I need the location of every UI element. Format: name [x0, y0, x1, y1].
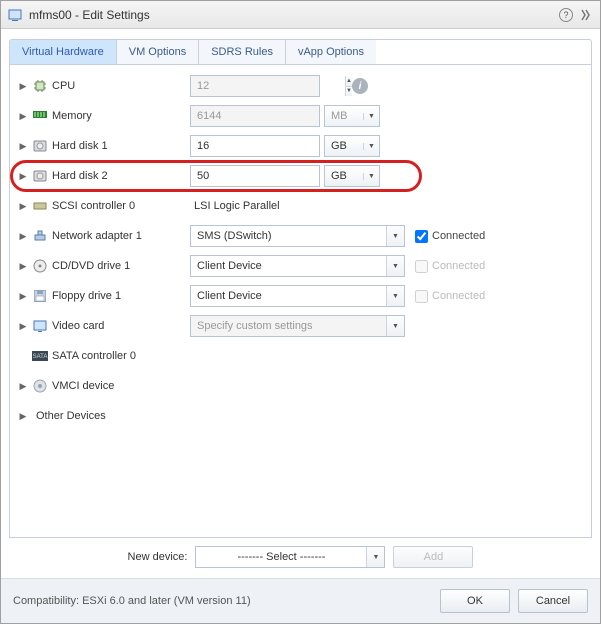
- expand-icon[interactable]: [578, 7, 594, 23]
- cpu-value: ▲▼: [190, 75, 320, 97]
- floppy-select[interactable]: Client Device▼: [190, 285, 405, 307]
- compatibility-text: Compatibility: ESXi 6.0 and later (VM ve…: [13, 595, 432, 607]
- row-other-devices: ▶ Other Devices: [16, 401, 585, 431]
- new-device-label: New device:: [128, 551, 188, 563]
- new-device-select[interactable]: ------- Select -------▼: [195, 546, 385, 568]
- chevron-down-icon[interactable]: ▼: [386, 286, 404, 306]
- network-select[interactable]: SMS (DSwitch)▼: [190, 225, 405, 247]
- cpu-label: CPU: [52, 80, 75, 92]
- edit-settings-dialog: mfms00 - Edit Settings ? Virtual Hardwar…: [0, 0, 601, 624]
- floppy-connected-checkbox: Connected: [415, 290, 485, 303]
- vm-icon: [7, 8, 23, 22]
- tab-virtual-hardware[interactable]: Virtual Hardware: [10, 40, 117, 64]
- tab-bar: Virtual Hardware VM Options SDRS Rules v…: [9, 39, 592, 65]
- chevron-down-icon[interactable]: ▼: [363, 173, 379, 180]
- row-vmci: ▶ VMCI device: [16, 371, 585, 401]
- expand-icon[interactable]: ▶: [18, 111, 28, 121]
- cd-connected-checkbox: Connected: [415, 260, 485, 273]
- hdd2-label: Hard disk 2: [52, 170, 108, 182]
- row-scsi-controller: ▶ SCSI controller 0 LSI Logic Parallel: [16, 191, 585, 221]
- other-label: Other Devices: [36, 410, 106, 422]
- memory-label: Memory: [52, 110, 92, 122]
- chevron-down-icon[interactable]: ▼: [386, 256, 404, 276]
- chevron-down-icon[interactable]: ▼: [366, 547, 384, 567]
- row-cpu: ▶ CPU ▲▼ i: [16, 71, 585, 101]
- vmci-label: VMCI device: [52, 380, 114, 392]
- expand-icon[interactable]: ▶: [18, 291, 28, 301]
- row-hard-disk-1: ▶ Hard disk 1 ▲▼ GB▼: [16, 131, 585, 161]
- hdd1-unit[interactable]: GB▼: [324, 135, 380, 157]
- memory-unit: MB▼: [324, 105, 380, 127]
- row-cd-dvd: ▶ CD/DVD drive 1 Client Device▼ Connecte…: [16, 251, 585, 281]
- expand-icon[interactable]: ▶: [18, 261, 28, 271]
- cpu-icon: [32, 79, 48, 93]
- dialog-footer: Compatibility: ESXi 6.0 and later (VM ve…: [1, 578, 600, 623]
- vmci-icon: [32, 379, 48, 393]
- chevron-down-icon[interactable]: ▼: [363, 143, 379, 150]
- add-button: Add: [393, 546, 473, 568]
- tab-sdrs-rules[interactable]: SDRS Rules: [199, 40, 286, 64]
- hardware-list: ▶ CPU ▲▼ i ▶ Memory: [9, 65, 592, 538]
- expand-icon[interactable]: ▶: [18, 231, 28, 241]
- hard-disk-icon: [32, 169, 48, 183]
- help-icon[interactable]: ?: [558, 7, 574, 23]
- row-sata-controller: ▶ SATA SATA controller 0: [16, 341, 585, 371]
- floppy-icon: [32, 289, 48, 303]
- scsi-value: LSI Logic Parallel: [190, 200, 280, 212]
- cancel-button[interactable]: Cancel: [518, 589, 588, 613]
- scsi-icon: [32, 199, 48, 213]
- expand-icon[interactable]: ▶: [18, 201, 28, 211]
- hdd1-input[interactable]: [191, 136, 345, 156]
- video-select: Specify custom settings▼: [190, 315, 405, 337]
- row-video-card: ▶ Video card Specify custom settings▼: [16, 311, 585, 341]
- tab-vapp-options[interactable]: vApp Options: [286, 40, 376, 64]
- info-icon[interactable]: i: [352, 78, 368, 94]
- memory-icon: [32, 109, 48, 123]
- expand-icon[interactable]: ▶: [18, 411, 28, 421]
- row-hard-disk-2: ▶ Hard disk 2 ▲▼ GB▼: [16, 161, 585, 191]
- hard-disk-icon: [32, 139, 48, 153]
- row-memory: ▶ Memory ▲▼ MB▼: [16, 101, 585, 131]
- tab-vm-options[interactable]: VM Options: [117, 40, 199, 64]
- hdd2-input[interactable]: [191, 166, 345, 186]
- network-connected-checkbox[interactable]: Connected: [415, 230, 485, 243]
- hdd1-label: Hard disk 1: [52, 140, 108, 152]
- scsi-label: SCSI controller 0: [52, 200, 135, 212]
- hdd2-value[interactable]: ▲▼: [190, 165, 320, 187]
- hdd1-value[interactable]: ▲▼: [190, 135, 320, 157]
- expand-icon[interactable]: ▶: [18, 81, 28, 91]
- sata-icon: SATA: [32, 349, 48, 363]
- row-network-adapter: ▶ Network adapter 1 SMS (DSwitch)▼ Conne…: [16, 221, 585, 251]
- floppy-label: Floppy drive 1: [52, 290, 121, 302]
- expand-icon[interactable]: ▶: [18, 171, 28, 181]
- cd-label: CD/DVD drive 1: [52, 260, 130, 272]
- expand-icon[interactable]: ▶: [18, 141, 28, 151]
- new-device-bar: New device: ------- Select -------▼ Add: [9, 538, 592, 578]
- expand-icon[interactable]: ▶: [18, 321, 28, 331]
- expand-icon[interactable]: ▶: [18, 381, 28, 391]
- cd-icon: [32, 259, 48, 273]
- dialog-title: mfms00 - Edit Settings: [29, 8, 552, 22]
- cd-select[interactable]: Client Device▼: [190, 255, 405, 277]
- titlebar: mfms00 - Edit Settings ?: [1, 1, 600, 29]
- row-floppy: ▶ Floppy drive 1 Client Device▼ Connecte…: [16, 281, 585, 311]
- hdd2-unit[interactable]: GB▼: [324, 165, 380, 187]
- cpu-input: [191, 76, 345, 96]
- chevron-down-icon[interactable]: ▼: [386, 226, 404, 246]
- video-label: Video card: [52, 320, 104, 332]
- memory-input: [191, 106, 345, 126]
- ok-button[interactable]: OK: [440, 589, 510, 613]
- memory-value: ▲▼: [190, 105, 320, 127]
- network-icon: [32, 229, 48, 243]
- video-icon: [32, 319, 48, 333]
- sata-label: SATA controller 0: [52, 350, 136, 362]
- net-label: Network adapter 1: [52, 230, 142, 242]
- svg-text:SATA: SATA: [33, 354, 48, 360]
